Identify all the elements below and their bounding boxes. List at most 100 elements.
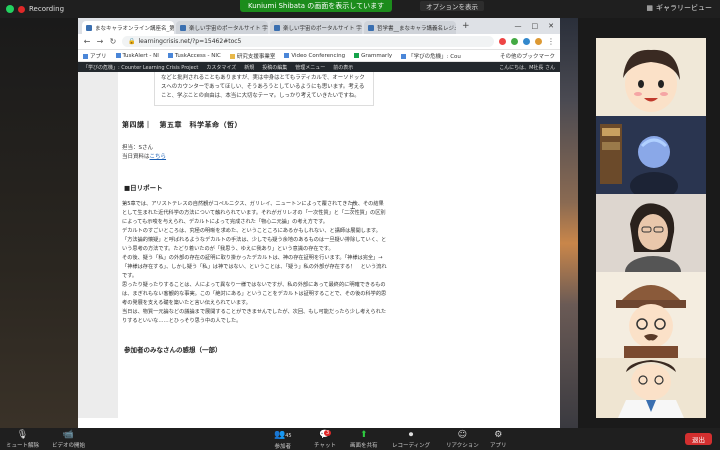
minimize-icon[interactable]: — <box>515 22 522 30</box>
apps-icon <box>83 53 88 59</box>
menu-icon[interactable]: ⋮ <box>547 37 555 46</box>
url-field[interactable]: 🔒 learningcrisis.net/?p=15462#toc5 <box>122 36 494 47</box>
bookmark-item[interactable]: 「学びの危機」: Cou <box>401 52 461 60</box>
report-body: 第5章では、アリストテレスの自然観がコペルニクス、ガリレイ、ニュートンによって覆… <box>122 200 388 326</box>
favicon-icon <box>368 24 374 31</box>
participants-icon: 👥45 <box>274 430 292 440</box>
browser-window: まなキャラオンライン講座名_第三ガ × 楽しい宇宙のポータルサイト 宇宙 × 楽… <box>78 18 560 428</box>
gallery-view-label: ギャラリービュー <box>656 4 712 12</box>
participants-button[interactable]: 👥45 参加者 <box>274 430 292 450</box>
wp-bar-greeting[interactable]: こんにちは、M社長 さん <box>499 64 555 71</box>
microphone-muted-icon: 🎙 <box>16 430 29 440</box>
avatar[interactable] <box>535 38 542 45</box>
extension-icon[interactable] <box>511 38 518 45</box>
section-title: 第四講｜ 第五章 科学革命（哲） <box>122 121 242 129</box>
start-video-button[interactable]: 📹 ビデオの開始 <box>52 430 85 449</box>
browser-tab-3[interactable]: 楽しい宇宙のポータルサイト 宇宙 × <box>270 21 362 34</box>
bookmark-icon <box>115 52 121 58</box>
unmute-button[interactable]: 🎙 ミュート解除 <box>6 430 39 449</box>
url-text: learningcrisis.net/?p=15462#toc5 <box>138 38 242 45</box>
favicon-icon <box>86 24 92 31</box>
start-video-label: ビデオの開始 <box>52 443 86 449</box>
bookmark-item[interactable]: アプリ <box>83 52 107 60</box>
recording-label: Recording <box>29 5 65 13</box>
reactions-label: リアクション <box>446 443 479 449</box>
paragraph: 当日は、物質一元論などの議論まで展開することができませんでしたが、次回、もし可能… <box>122 309 387 324</box>
view-options-button[interactable]: オプションを表示 <box>420 1 484 11</box>
bookmark-item[interactable]: TuskAlert - NI <box>115 52 159 59</box>
participant-photo-icon <box>596 194 706 272</box>
wp-bar-item[interactable]: 「学びの危機」: Counter Learning Crisis Project <box>83 64 198 71</box>
participants-label: 参加者 <box>274 444 292 450</box>
share-screen-label: 画面を共有 <box>350 443 378 449</box>
materials-prefix: 当日資料は <box>122 154 150 160</box>
tab-title: 哲学書__まなキャラ講義名レジュメ <box>377 25 456 32</box>
paragraph: 思ったり疑ったりすることは、人によって異なり一様ではないですが、私の外部にあって… <box>122 282 387 306</box>
forward-icon[interactable]: → <box>96 37 104 46</box>
wp-bar-item[interactable]: 前の表示 <box>333 64 353 71</box>
record-icon: ⏺ <box>408 430 414 440</box>
wp-bar-item[interactable]: 新規 <box>244 64 254 71</box>
share-screen-button[interactable]: ⬆ 画面を共有 <box>350 430 378 449</box>
video-off-icon: 📹 <box>62 430 75 440</box>
browser-tab-4[interactable]: 哲学書__まなキャラ講義名レジュメ × <box>364 21 456 34</box>
mouse-cursor-icon: ⌶ <box>350 202 356 212</box>
zoom-screen: Recording Kuniumi Shibata の画面を表示しています オプ… <box>0 0 720 450</box>
participant-video-tile[interactable] <box>596 116 706 194</box>
maximize-icon[interactable]: □ <box>532 22 539 30</box>
tab-strip: まなキャラオンライン講座名_第三ガ × 楽しい宇宙のポータルサイト 宇宙 × 楽… <box>78 18 560 34</box>
cartoon-avatar-icon <box>623 49 680 112</box>
browser-tab-2[interactable]: 楽しい宇宙のポータルサイト 宇宙 × <box>176 21 268 34</box>
window-controls: — □ ✕ <box>515 22 561 30</box>
wp-bar-item[interactable]: 投稿の編集 <box>262 64 287 71</box>
apps-icon: ⚙ <box>494 430 503 440</box>
reactions-icon: ☺ <box>457 430 468 440</box>
materials-link[interactable]: こちら <box>150 154 167 160</box>
participant-video-tile[interactable] <box>596 358 706 418</box>
chat-label: チャット <box>314 443 336 449</box>
bookmark-icon <box>401 53 407 59</box>
browser-tab-1[interactable]: まなキャラオンライン講座名_第三ガ × <box>82 21 174 34</box>
back-icon[interactable]: ← <box>83 37 91 46</box>
grid-icon: ▦ <box>646 4 653 12</box>
wp-bar-item[interactable]: カスタマイズ <box>206 64 236 71</box>
page-gutter <box>78 72 118 418</box>
participant-video-tile[interactable] <box>596 272 706 358</box>
wp-bar-item[interactable]: 管理メニュー <box>295 64 325 71</box>
record-label: レコーディング <box>392 443 431 449</box>
bookmark-item[interactable]: TuskAccess - NIC <box>167 52 221 59</box>
quote-box: などと批判されることもありますが、実は中身はとてもラディカルで、オーソドックスへ… <box>154 72 374 106</box>
chat-button[interactable]: 💬 3 チャット <box>314 430 336 449</box>
participants-count: 45 <box>285 433 292 439</box>
wordpress-admin-bar: 「学びの危機」: Counter Learning Crisis Project… <box>78 62 560 72</box>
participant-video-tile[interactable] <box>596 38 706 116</box>
bookmark-icon <box>167 52 173 58</box>
bookmark-icon <box>284 52 290 58</box>
leave-meeting-button[interactable]: 退出 <box>685 433 712 445</box>
participant-video-tile[interactable] <box>596 194 706 272</box>
article: などと批判されることもありますが、実は中身はとてもラディカルで、オーソドックスへ… <box>118 72 390 418</box>
other-bookmarks[interactable]: その他のブックマーク <box>500 52 555 60</box>
paragraph: デカルトのすごいところは、究極の明晰を求めた、ということころにあるかもしれない、… <box>122 228 387 252</box>
article-meta: 担当：Sさん 当日資料はこちら <box>122 144 390 162</box>
share-banner: Kuniumi Shibata の画面を表示しています <box>240 0 393 12</box>
extension-icon[interactable] <box>499 38 506 45</box>
unmute-label: ミュート解除 <box>6 443 40 449</box>
impressions-heading: 参加者のみなさんの感想（一部） <box>124 346 222 354</box>
new-tab-icon[interactable]: + <box>458 21 474 31</box>
chat-badge: 3 <box>324 430 332 436</box>
bookmark-item[interactable]: Grammarly <box>354 52 392 59</box>
apps-button[interactable]: ⚙ アプリ <box>490 430 507 449</box>
bookmark-item[interactable]: Video Conferencing <box>284 52 345 59</box>
report-heading: ■日リポート <box>124 184 163 192</box>
reload-icon[interactable]: ↻ <box>109 37 117 46</box>
reactions-button[interactable]: ☺ リアクション <box>446 430 479 449</box>
grammarly-icon <box>354 52 360 58</box>
bookmark-item[interactable]: 研究支援事業室 <box>229 52 275 60</box>
shield-icon <box>6 5 14 13</box>
extension-icon[interactable] <box>523 38 530 45</box>
close-window-icon[interactable]: ✕ <box>548 22 554 30</box>
record-button[interactable]: ⏺ レコーディング <box>392 430 430 449</box>
gallery-view-button[interactable]: ▦ ギャラリービュー <box>646 3 712 13</box>
recording-dot-icon <box>18 5 25 13</box>
